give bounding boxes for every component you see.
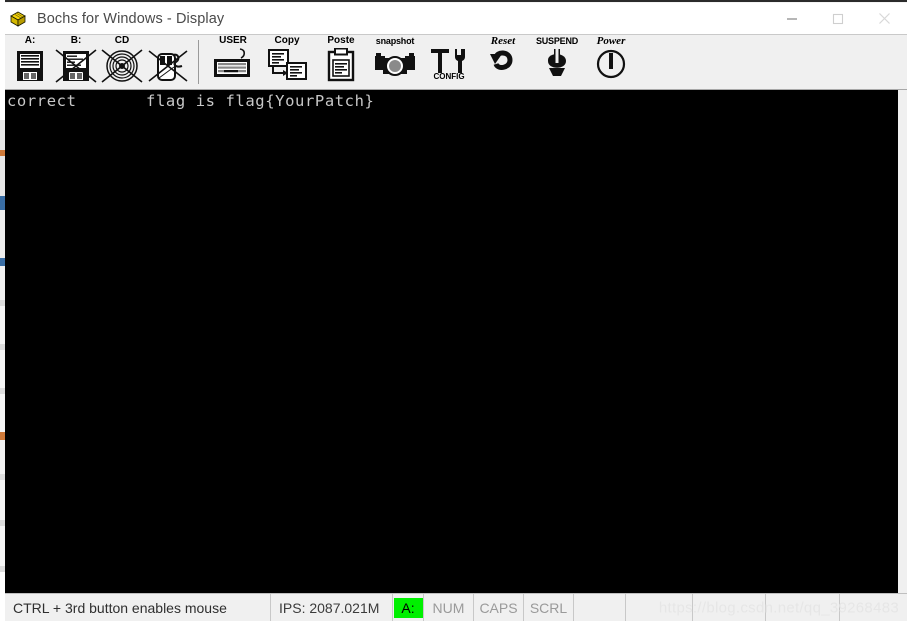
user-label: USER (219, 35, 247, 46)
config-label: CONFIG (433, 72, 465, 81)
copy-button[interactable]: Copy (260, 35, 314, 89)
power-icon (594, 48, 628, 80)
bochs-logo-icon (8, 9, 28, 29)
config-spacer (448, 36, 451, 47)
floppy-disk-icon (54, 48, 98, 84)
vga-display[interactable]: correct flag is flag{YourPatch} (5, 90, 898, 593)
copy-label: Copy (274, 35, 300, 46)
snapshot-label: snapshot (375, 36, 415, 46)
status-slot-1 (574, 594, 626, 621)
suspend-label: SUSPEND (535, 36, 579, 46)
floppy-a-led-label: A: (393, 597, 423, 618)
status-slot-2 (626, 594, 693, 621)
status-slot-3 (693, 594, 766, 621)
mouse-icon (146, 48, 190, 84)
main-window: Bochs for Windows - Display A: B: CD USE… (5, 3, 907, 621)
reset-button[interactable]: Reset (476, 35, 530, 89)
title-bar: Bochs for Windows - Display (5, 3, 907, 34)
status-num-lock: NUM (424, 594, 474, 621)
floppy-a-button[interactable]: A: (7, 35, 53, 89)
clipboard-paste-icon (321, 48, 361, 82)
minimize-button[interactable] (769, 3, 815, 34)
suspend-button[interactable]: SUSPEND (530, 35, 584, 89)
status-slot-4 (766, 594, 840, 621)
power-label: Power (596, 35, 626, 47)
user-button[interactable]: USER (206, 35, 260, 89)
floppy-a-led: A: (393, 594, 424, 621)
floppy-b-button[interactable]: B: (53, 35, 99, 89)
copy-icon (265, 48, 309, 82)
status-message: CTRL + 3rd button enables mouse (5, 594, 271, 621)
suspend-icon (540, 48, 574, 80)
cdrom-disc-icon (100, 48, 144, 84)
status-slot-5 (840, 594, 907, 621)
status-scroll-lock: SCRL (524, 594, 574, 621)
cdrom-button[interactable]: CD (99, 35, 145, 89)
display-area-container: correct flag is flag{YourPatch} (5, 90, 907, 593)
floppy-b-label: B: (70, 35, 82, 46)
reset-label: Reset (490, 35, 516, 47)
keyboard-icon (210, 48, 256, 82)
reset-arrow-icon (486, 48, 520, 80)
close-button[interactable] (861, 3, 907, 34)
config-button[interactable]: CONFIG (422, 35, 476, 89)
window-title: Bochs for Windows - Display (37, 10, 225, 27)
toolbar: A: B: CD USER Copy Poste snapshot CONFIG… (5, 34, 907, 90)
status-caps-lock: CAPS (474, 594, 524, 621)
status-ips: IPS: 2087.021M (271, 594, 393, 621)
cdrom-label: CD (114, 35, 130, 46)
bochs-application-window: Bochs for Windows - Display A: B: CD USE… (0, 0, 907, 621)
toolbar-separator (198, 40, 199, 84)
snapshot-button[interactable]: snapshot (368, 35, 422, 89)
floppy-disk-icon (13, 48, 47, 84)
window-controls (769, 3, 907, 34)
maximize-button[interactable] (815, 3, 861, 34)
vga-text-line: correct flag is flag{YourPatch} (7, 92, 375, 110)
mouse-button[interactable] (145, 35, 191, 89)
paste-button[interactable]: Poste (314, 35, 368, 89)
status-bar: CTRL + 3rd button enables mouse IPS: 208… (5, 593, 907, 621)
power-button[interactable]: Power (584, 35, 638, 89)
paste-label: Poste (327, 35, 355, 46)
floppy-a-label: A: (24, 35, 36, 46)
tools-icon (427, 48, 471, 74)
camera-icon (371, 48, 419, 82)
